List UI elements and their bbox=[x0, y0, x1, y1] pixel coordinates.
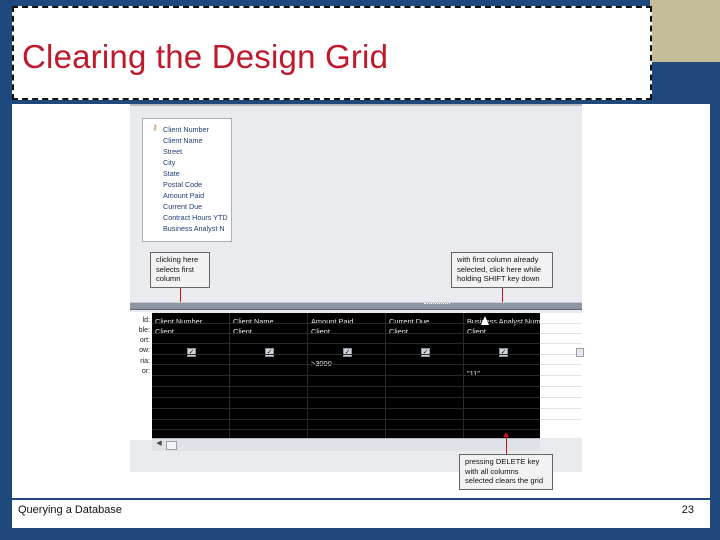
row-headers: ld: ble: ort: ow: ria: or: bbox=[130, 312, 152, 440]
callout-select-first-column: clicking here selects first column bbox=[150, 252, 210, 288]
scroll-left-arrow-icon[interactable]: ◀ bbox=[154, 440, 164, 448]
scrollbar-thumb[interactable] bbox=[166, 441, 177, 450]
slide-footer: Querying a Database 23 bbox=[12, 498, 710, 528]
splitter-grip[interactable] bbox=[424, 303, 450, 307]
row-label-field: ld: bbox=[142, 317, 150, 324]
show-checkbox[interactable]: ✓ bbox=[343, 348, 352, 357]
show-checkbox-empty[interactable] bbox=[576, 348, 584, 357]
grid-row-line bbox=[152, 429, 540, 430]
grid-row-line bbox=[152, 375, 540, 376]
pane-splitter[interactable] bbox=[130, 302, 582, 310]
slide-title: Clearing the Design Grid bbox=[22, 38, 389, 75]
grid-row-line bbox=[540, 419, 582, 420]
field-list-item[interactable]: Postal Code bbox=[163, 180, 202, 189]
grid-field-cell[interactable]: Business Analyst Num bbox=[467, 317, 541, 326]
horizontal-scrollbar[interactable] bbox=[152, 438, 540, 451]
grid-field-cell[interactable]: Client Number bbox=[155, 317, 227, 326]
grid-row-line bbox=[540, 343, 582, 344]
grid-row-line bbox=[152, 364, 540, 365]
show-checkbox[interactable]: ✓ bbox=[421, 348, 430, 357]
grid-row-line bbox=[540, 333, 582, 334]
grid-or-cell[interactable]: "11" bbox=[467, 369, 541, 378]
grid-field-cell[interactable]: Client Name bbox=[233, 317, 305, 326]
grid-row-line bbox=[152, 419, 540, 420]
field-list-item[interactable]: Client Number bbox=[163, 125, 209, 134]
dashed-rule-left bbox=[0, 70, 12, 73]
grid-table-cell[interactable]: Client bbox=[389, 327, 461, 336]
footer-section-title: Querying a Database bbox=[18, 504, 122, 516]
field-list-item[interactable]: State bbox=[163, 169, 180, 178]
callout-arrow bbox=[506, 436, 507, 454]
callout-delete-key: pressing DELETE key with all columns sel… bbox=[459, 454, 553, 490]
callout-shift-click: with first column already selected, clic… bbox=[451, 252, 553, 288]
grid-row-line bbox=[540, 386, 582, 387]
grid-row-line bbox=[152, 408, 540, 409]
row-label-or: or: bbox=[141, 368, 150, 375]
callout-arrowhead bbox=[503, 432, 509, 437]
corner-accent bbox=[650, 0, 720, 62]
grid-table-cell[interactable]: Client bbox=[311, 327, 383, 336]
row-label-show: ow: bbox=[139, 347, 150, 354]
grid-row-line bbox=[540, 408, 582, 409]
page-number: 23 bbox=[681, 504, 694, 516]
grid-row-line bbox=[152, 386, 540, 387]
key-icon: ⚷ bbox=[152, 123, 158, 132]
grid-row-line bbox=[152, 343, 540, 344]
grid-table-cell[interactable]: Client bbox=[467, 327, 541, 336]
field-list-item[interactable]: Business Analyst N bbox=[163, 224, 225, 233]
title-box: Clearing the Design Grid bbox=[12, 6, 652, 100]
grid-row-line bbox=[540, 323, 582, 324]
row-label-criteria: ria: bbox=[140, 358, 150, 365]
client-field-list: ⚷ Client Number Client Name Street City … bbox=[142, 118, 232, 242]
field-list-item[interactable]: Amount Paid bbox=[163, 191, 204, 200]
grid-field-cell[interactable]: Amount Paid bbox=[311, 317, 383, 326]
show-checkbox[interactable]: ✓ bbox=[187, 348, 196, 357]
field-list-item[interactable]: City bbox=[163, 158, 175, 167]
row-label-sort: ort: bbox=[139, 337, 150, 344]
grid-field-cell[interactable]: Current Due bbox=[389, 317, 461, 326]
footer-rule bbox=[12, 498, 710, 500]
mouse-pointer-icon bbox=[481, 316, 489, 325]
field-list-item[interactable]: Client Name bbox=[163, 136, 203, 145]
dashed-rule bbox=[654, 70, 720, 73]
grid-table-cell[interactable]: Client bbox=[233, 327, 305, 336]
grid-row-line bbox=[540, 375, 582, 376]
grid-row-line bbox=[540, 364, 582, 365]
field-list-item[interactable]: Contract Hours YTD bbox=[163, 213, 228, 222]
grid-row-line bbox=[152, 333, 540, 334]
grid-row-line bbox=[540, 397, 582, 398]
grid-table-cell[interactable]: Client bbox=[155, 327, 227, 336]
show-checkbox[interactable]: ✓ bbox=[265, 348, 274, 357]
grid-row-line bbox=[152, 397, 540, 398]
field-list-item[interactable]: Current Due bbox=[163, 202, 202, 211]
grid-row-line bbox=[152, 354, 540, 355]
field-list-item[interactable]: Street bbox=[163, 147, 182, 156]
row-label-table: ble: bbox=[138, 327, 150, 334]
show-checkbox[interactable]: ✓ bbox=[499, 348, 508, 357]
